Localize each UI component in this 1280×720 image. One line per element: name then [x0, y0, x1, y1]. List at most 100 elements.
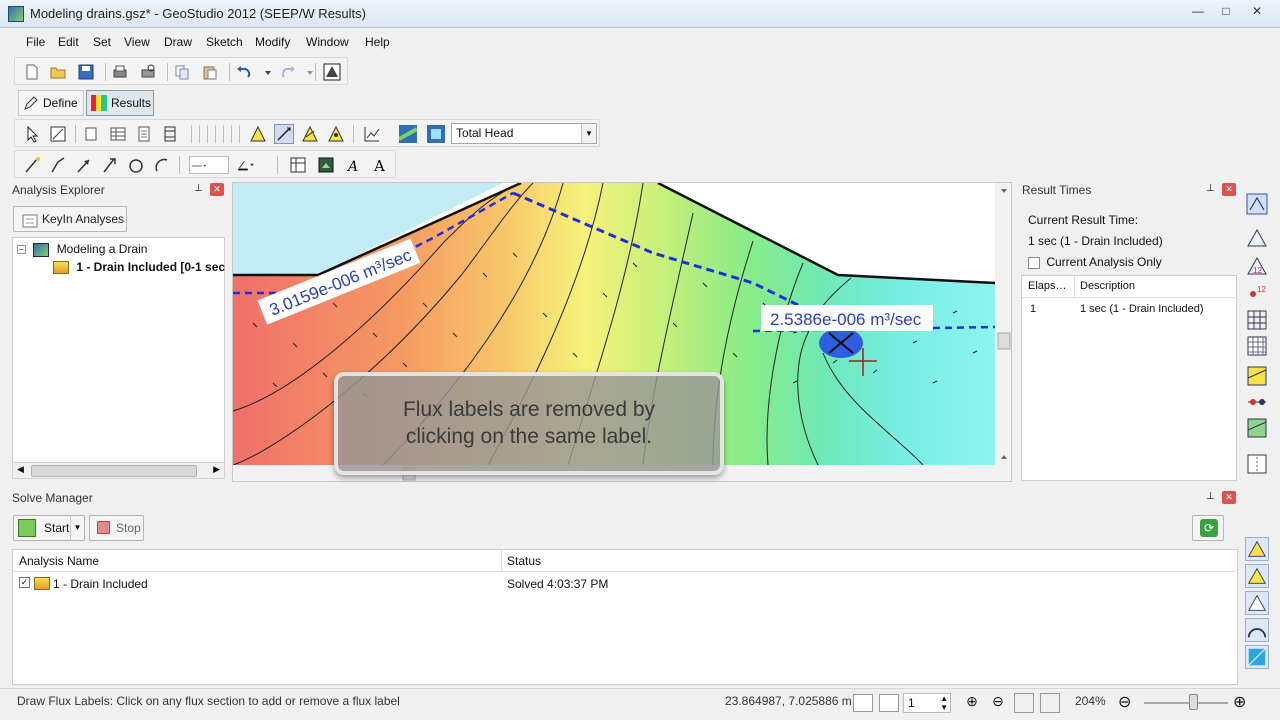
film-icon[interactable] [161, 125, 179, 143]
column-header-elapsed[interactable]: Elaps… [1028, 280, 1067, 292]
table-row[interactable]: 1 1 sec (1 - Drain Included) [1022, 300, 1236, 320]
view-objects-icon[interactable] [49, 125, 67, 143]
pin-icon[interactable]: ⊥ [194, 183, 204, 195]
redo-icon[interactable] [279, 63, 297, 81]
label-values-icon[interactable]: 12 [1245, 280, 1269, 304]
draw-isolines-icon[interactable] [1245, 226, 1269, 250]
close-button[interactable]: ✕ [1240, 2, 1274, 20]
column-header-description[interactable]: Description [1080, 280, 1135, 292]
paste-icon[interactable] [201, 63, 219, 81]
select-arrow-icon[interactable] [23, 125, 41, 143]
print-preview-icon[interactable] [139, 63, 157, 81]
contour-parameter-select[interactable]: Total Head ▼ [451, 123, 597, 144]
pin-icon[interactable]: ⊥ [1206, 491, 1216, 503]
draw-flux-sections-icon[interactable] [249, 125, 267, 143]
points-icon[interactable] [1245, 390, 1269, 414]
explorer-hscrollbar[interactable]: ◀ ▶ [12, 462, 225, 479]
current-analysis-only-checkbox[interactable]: Current Analysis Only [1028, 255, 1162, 269]
sketch-line-icon[interactable] [23, 156, 41, 174]
contour-legend-icon[interactable] [427, 125, 445, 143]
zoom-objects-icon[interactable] [1040, 693, 1060, 713]
refresh-button[interactable]: ⟳ [1192, 515, 1224, 541]
sketch-arc-icon[interactable] [153, 156, 171, 174]
scroll-right-icon[interactable]: ▶ [213, 464, 220, 475]
menu-window[interactable]: Window [306, 35, 349, 49]
maximize-button[interactable]: □ [1212, 2, 1240, 20]
chevron-down-icon[interactable]: ▼ [581, 124, 596, 143]
graph-icon[interactable] [363, 125, 381, 143]
spin-arrows-icon[interactable]: ▲ ▼ [940, 694, 948, 712]
open-folder-icon[interactable] [49, 63, 67, 81]
print-icon[interactable] [111, 63, 129, 81]
table-icon[interactable] [109, 125, 127, 143]
close-icon[interactable]: ✕ [210, 183, 224, 196]
tool-contour-icon[interactable] [1245, 564, 1269, 588]
menu-set[interactable]: Set [93, 35, 111, 49]
draw-vectors-icon[interactable] [301, 125, 319, 143]
checkbox-icon[interactable]: ✓ [19, 577, 30, 588]
sketch-image-icon[interactable] [317, 156, 335, 174]
chevron-down-icon[interactable]: ▼ [70, 516, 84, 540]
sketch-axis-text-icon[interactable]: A [345, 156, 363, 175]
pin-icon[interactable]: ⊥ [1206, 183, 1216, 195]
start-button[interactable]: Start ▼ [13, 515, 85, 541]
menu-sketch[interactable]: Sketch [206, 35, 243, 49]
line-style-selector[interactable] [189, 156, 229, 174]
minimize-button[interactable]: — [1184, 2, 1212, 20]
scroll-thumb[interactable] [31, 465, 197, 477]
table-row[interactable]: ✓ 1 - Drain Included Solved 4:03:37 PM [13, 574, 1237, 594]
menu-draw[interactable]: Draw [164, 35, 192, 49]
zoom-out-icon[interactable]: ⊖ [988, 693, 1008, 713]
scroll-left-icon[interactable]: ◀ [17, 464, 24, 475]
zoom-slider[interactable] [1144, 702, 1228, 704]
keyin-analyses-button[interactable]: KeyIn Analyses [13, 206, 127, 232]
zoom-minus-icon[interactable]: ⊖ [1118, 692, 1131, 712]
zoom-plus-icon[interactable]: ⊕ [1233, 692, 1246, 712]
sketch-arrow-icon[interactable] [75, 156, 93, 174]
collapse-icon[interactable]: − [17, 245, 26, 255]
undo-icon[interactable] [235, 63, 253, 81]
draw-flux-labels-icon[interactable] [274, 124, 294, 144]
sketch-text-table-icon[interactable] [289, 156, 307, 174]
define-mode-button[interactable]: Define [18, 90, 84, 116]
checkbox-icon[interactable] [1028, 256, 1040, 269]
tool-flow-icon[interactable] [1245, 591, 1269, 615]
close-icon[interactable]: ✕ [1222, 183, 1236, 196]
flux-section-icon[interactable] [1245, 452, 1269, 476]
tool-water-icon[interactable] [1245, 645, 1269, 669]
grid-icon[interactable] [879, 694, 899, 712]
draw-graph-icon[interactable] [327, 125, 345, 143]
tool-arch-icon[interactable] [1245, 618, 1269, 642]
menu-view[interactable]: View [124, 35, 150, 49]
sketch-text-icon[interactable]: A [371, 156, 389, 175]
geostudio-icon[interactable] [323, 63, 341, 81]
menu-file[interactable]: File [26, 35, 45, 49]
stop-button[interactable]: Stop [89, 515, 144, 541]
zoom-page-icon[interactable] [1014, 693, 1034, 713]
menu-help[interactable]: Help [365, 35, 390, 49]
redo-dropdown-icon[interactable] [301, 63, 313, 81]
line-color-icon[interactable] [237, 156, 267, 174]
draw-contours-icon[interactable] [1245, 192, 1269, 216]
sketch-circle-icon[interactable] [127, 156, 145, 174]
sketch-dimension-icon[interactable] [101, 156, 119, 174]
new-file-icon[interactable] [23, 63, 41, 81]
column-header-status[interactable]: Status [507, 554, 541, 568]
save-icon[interactable] [77, 63, 95, 81]
spin-input[interactable]: 1 ▲ ▼ [903, 693, 951, 713]
regions-icon[interactable] [1245, 364, 1269, 388]
column-header-analysis-name[interactable]: Analysis Name [19, 554, 99, 568]
tree-analysis-item[interactable]: 1 - Drain Included [0-1 sec [53, 260, 225, 275]
flux-label-right[interactable]: 2.5386e-006 m³/sec [770, 310, 922, 329]
mesh-icon[interactable] [1245, 308, 1269, 332]
undo-dropdown-icon[interactable] [259, 63, 271, 81]
report-icon[interactable] [135, 125, 153, 143]
results-mode-button[interactable]: Results [86, 90, 154, 116]
zoom-slider-thumb[interactable] [1189, 694, 1198, 710]
zoom-in-icon[interactable]: ⊕ [962, 693, 982, 713]
tree-root-item[interactable]: − Modeling a Drain [17, 242, 147, 257]
contours-icon[interactable] [398, 125, 418, 143]
sketch-polyline-icon[interactable] [49, 156, 67, 174]
grid-icon[interactable] [1245, 334, 1269, 358]
menu-modify[interactable]: Modify [255, 35, 290, 49]
